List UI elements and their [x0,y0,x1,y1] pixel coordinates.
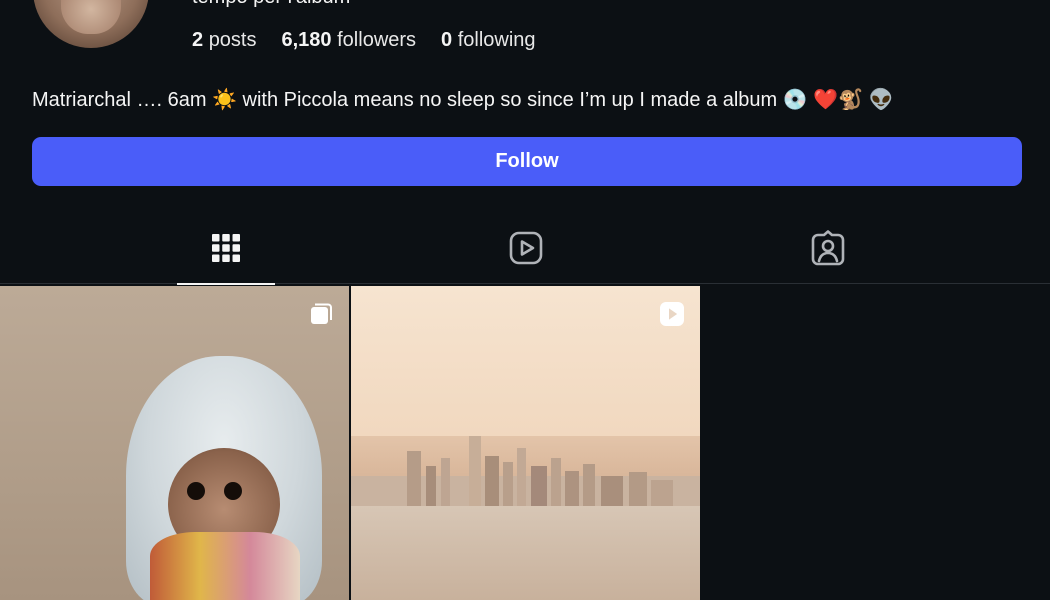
post-image-skyline [351,436,700,506]
active-tab-indicator [177,283,275,285]
post-thumbnail[interactable] [351,286,700,600]
follow-button[interactable]: Follow [32,137,1022,186]
stat-followers-label: followers [337,29,417,51]
post-image-water [351,506,700,600]
stat-following-value: 0 [441,29,453,51]
profile-tabs [0,218,1050,285]
tab-tagged[interactable] [779,218,877,284]
stat-following[interactable]: 0 following [441,29,536,52]
stat-posts: 2 posts [192,29,257,52]
profile-stats: 2 posts 6,180 followers 0 following [192,29,536,52]
profile-bio: Matriarchal …. 6am ☀️ with Piccola means… [32,89,894,111]
profile-avatar[interactable] [33,0,149,48]
post-image-clothing [150,532,300,600]
tab-reels[interactable] [477,218,575,284]
multiple-posts-icon [311,303,332,324]
post-image-sky [351,286,700,436]
post-image-eye [224,482,242,500]
profile-name-partial: tempo per l'album [192,0,350,9]
posts-grid [0,286,1050,600]
stat-following-label: following [457,29,536,51]
avatar-face [61,0,121,34]
post-image-eye [187,482,205,500]
tagged-icon [811,230,845,266]
stat-followers[interactable]: 6,180 followers [282,29,417,52]
post-thumbnail[interactable] [0,286,349,600]
tab-posts[interactable] [177,218,275,285]
stat-posts-label: posts [208,29,257,51]
grid-icon [212,234,240,262]
stat-posts-value: 2 [192,29,204,51]
profile-page: tempo per l'album 2 posts 6,180 follower… [0,0,1050,600]
reels-icon [509,231,543,265]
stat-followers-value: 6,180 [281,29,332,51]
reel-icon [660,302,684,326]
